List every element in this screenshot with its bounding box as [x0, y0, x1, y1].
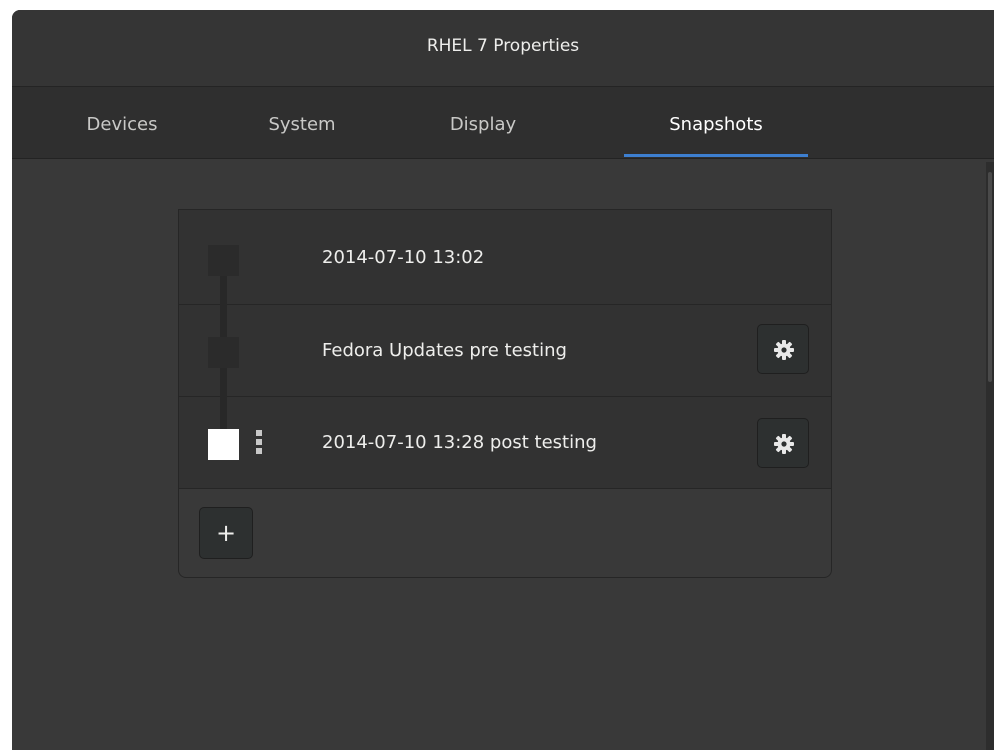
- snapshot-row[interactable]: Fedora Updates pre testing: [179, 305, 831, 397]
- gear-icon: [774, 434, 794, 454]
- active-tab-indicator: [624, 154, 808, 157]
- snapshot-name: 2014-07-10 13:28 post testing: [322, 432, 597, 453]
- kebab-dots-icon: [256, 430, 262, 457]
- plus-icon: +: [215, 519, 237, 547]
- snapshot-settings-button[interactable]: [757, 418, 809, 468]
- tab-snapshots[interactable]: Snapshots: [624, 87, 808, 158]
- tab-bar: Devices System Display Snapshots: [12, 87, 994, 159]
- gear-icon: [774, 340, 794, 360]
- window-title: RHEL 7 Properties: [426, 36, 580, 56]
- title-bar: RHEL 7 Properties: [12, 10, 994, 87]
- add-snapshot-button[interactable]: +: [199, 507, 253, 559]
- tab-display[interactable]: Display: [418, 87, 548, 158]
- snapshot-row-current[interactable]: 2014-07-10 13:28 post testing: [179, 397, 831, 489]
- scrollbar-thumb[interactable]: [988, 172, 992, 382]
- tab-label: Display: [449, 114, 517, 135]
- snapshot-row[interactable]: 2014-07-10 13:02: [179, 210, 831, 305]
- tab-system[interactable]: System: [242, 87, 362, 158]
- snapshot-node: [208, 337, 239, 368]
- snapshot-settings-button[interactable]: [757, 324, 809, 374]
- tab-label: System: [268, 114, 336, 135]
- tab-label: Devices: [86, 114, 158, 135]
- scrollbar[interactable]: [986, 162, 994, 750]
- snapshot-name: Fedora Updates pre testing: [322, 340, 567, 361]
- snapshot-node: [208, 245, 239, 276]
- snapshot-list: 2014-07-10 13:02 Fedora Updates pre test…: [178, 209, 832, 578]
- tab-devices[interactable]: Devices: [62, 87, 182, 158]
- current-snapshot-node: [208, 429, 239, 460]
- properties-window: RHEL 7 Properties Devices System Display…: [12, 10, 994, 750]
- tab-label: Snapshots: [669, 114, 763, 135]
- snapshot-name: 2014-07-10 13:02: [322, 247, 485, 268]
